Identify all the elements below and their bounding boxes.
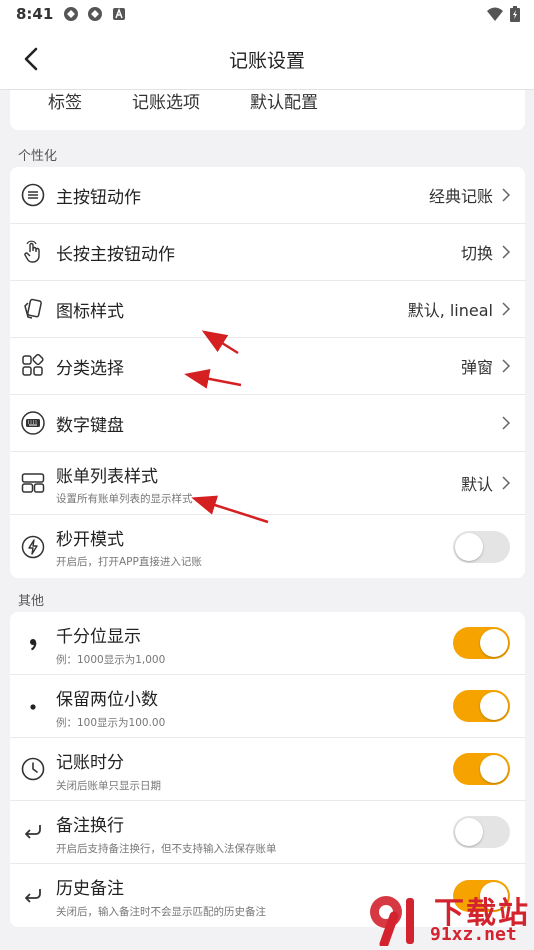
sync-icon	[88, 7, 103, 21]
chevron-right-icon	[502, 359, 511, 373]
row-label: 千分位显示	[56, 627, 141, 647]
chevron-right-icon	[502, 476, 511, 490]
row-label: 图标样式	[56, 301, 124, 322]
row-label: 主按钮动作	[56, 187, 141, 208]
row-sub: 关闭后，输入备注时不会显示匹配的历史备注	[56, 906, 266, 918]
row-sub: 例：1000显示为1,000	[56, 654, 166, 666]
two-decimals-toggle[interactable]	[453, 690, 510, 722]
watermark-bottom-text: 91xz.net	[430, 924, 517, 945]
row-two-decimals: 保留两位小数 例：100显示为100.00	[10, 675, 525, 738]
row-label: 保留两位小数	[56, 690, 158, 710]
toggle-knob	[480, 692, 508, 720]
watermark-logo-icon	[370, 896, 414, 946]
list-circle-icon	[21, 183, 45, 207]
row-label: 记账时分	[56, 753, 124, 773]
page-title: 记账设置	[228, 50, 305, 72]
row-bill-list-style[interactable]: 账单列表样式 设置所有账单列表的显示样式 默认	[10, 452, 525, 515]
row-label: 账单列表样式	[56, 467, 158, 487]
chevron-right-icon	[502, 416, 511, 430]
toggle-knob	[480, 755, 508, 783]
note-line-break-toggle[interactable]	[453, 816, 510, 848]
chevron-right-icon	[502, 302, 511, 316]
row-long-press-action[interactable]: 长按主按钮动作 切换	[10, 224, 525, 281]
app-a-icon	[113, 7, 126, 20]
instant-open-toggle[interactable]	[453, 530, 510, 563]
row-label: 长按主按钮动作	[56, 244, 175, 265]
lightning-icon	[21, 535, 45, 558]
comma-icon	[30, 639, 37, 651]
battery-icon	[510, 6, 520, 22]
section-label-personalize: 个性化	[18, 149, 58, 164]
chevron-right-icon	[502, 245, 511, 259]
long-press-hand-icon	[24, 240, 40, 263]
toggle-knob	[455, 818, 483, 846]
row-value: 弹窗	[460, 358, 493, 377]
row-sub: 例：100显示为100.00	[56, 717, 166, 729]
row-category-selection[interactable]: 分类选择 弹窗	[10, 338, 525, 395]
row-main-button-action[interactable]: 主按钮动作 经典记账	[10, 167, 525, 224]
dot-icon	[30, 704, 36, 710]
row-sub: 设置所有账单列表的显示样式	[56, 493, 193, 505]
row-number-keyboard[interactable]: 数字键盘	[10, 395, 525, 452]
sync-icon	[64, 7, 79, 21]
row-icon-style[interactable]: 图标样式 默认, lineal	[10, 281, 525, 338]
watermark: 下载站 91xz.net	[360, 886, 530, 948]
section-label-other: 其他	[18, 594, 45, 609]
wifi-icon	[487, 7, 503, 21]
row-record-time: 记账时分 关闭后账单只显示日期	[10, 738, 525, 801]
row-label: 秒开模式	[56, 530, 124, 550]
toggle-knob	[480, 629, 508, 657]
record-time-toggle[interactable]	[453, 753, 510, 785]
top-tabs-card: 标签 记账选项 默认配置	[10, 90, 525, 130]
status-bar: 8:41	[0, 0, 534, 28]
row-instant-open: 秒开模式 开启后，打开APP直接进入记账	[10, 515, 525, 578]
personalize-card: 主按钮动作 经典记账 长按主按钮动作 切换 图标样式 默认, lineal 分类…	[10, 167, 525, 578]
keyboard-icon	[21, 411, 45, 435]
return-arrow-icon	[25, 888, 41, 903]
bill-list-icon	[21, 473, 45, 493]
row-sub: 关闭后账单只显示日期	[56, 780, 161, 792]
row-sub: 开启后支持备注换行，但不支持输入法保存账单	[56, 843, 277, 855]
row-label: 历史备注	[56, 879, 124, 899]
row-label: 备注换行	[56, 816, 124, 836]
tab-default-config[interactable]: 默认配置	[250, 90, 318, 113]
row-note-line-break: 备注换行 开启后支持备注换行，但不支持输入法保存账单	[10, 801, 525, 864]
tab-bookkeeping-options[interactable]: 记账选项	[132, 90, 200, 113]
top-tabs: 标签 记账选项 默认配置	[10, 90, 525, 115]
chevron-right-icon	[502, 188, 511, 202]
row-sub: 开启后，打开APP直接进入记账	[56, 556, 202, 568]
other-card: 千分位显示 例：1000显示为1,000 保留两位小数 例：100显示为100.…	[10, 612, 525, 927]
row-thousands-separator: 千分位显示 例：1000显示为1,000	[10, 612, 525, 675]
row-value: 默认	[460, 475, 493, 494]
category-grid-icon	[22, 354, 44, 376]
thousands-separator-toggle[interactable]	[453, 627, 510, 659]
row-value: 经典记账	[428, 187, 493, 206]
row-label: 分类选择	[56, 358, 124, 379]
cards-icon	[24, 298, 42, 319]
clock-icon	[21, 757, 45, 781]
status-time: 8:41	[16, 5, 54, 23]
row-value: 切换	[460, 244, 493, 263]
row-value: 默认, lineal	[407, 301, 493, 320]
app-bar: 记账设置	[0, 28, 534, 90]
return-arrow-icon	[25, 825, 41, 839]
toggle-knob	[455, 532, 483, 561]
tab-tags[interactable]: 标签	[48, 90, 82, 113]
row-label: 数字键盘	[56, 415, 124, 436]
